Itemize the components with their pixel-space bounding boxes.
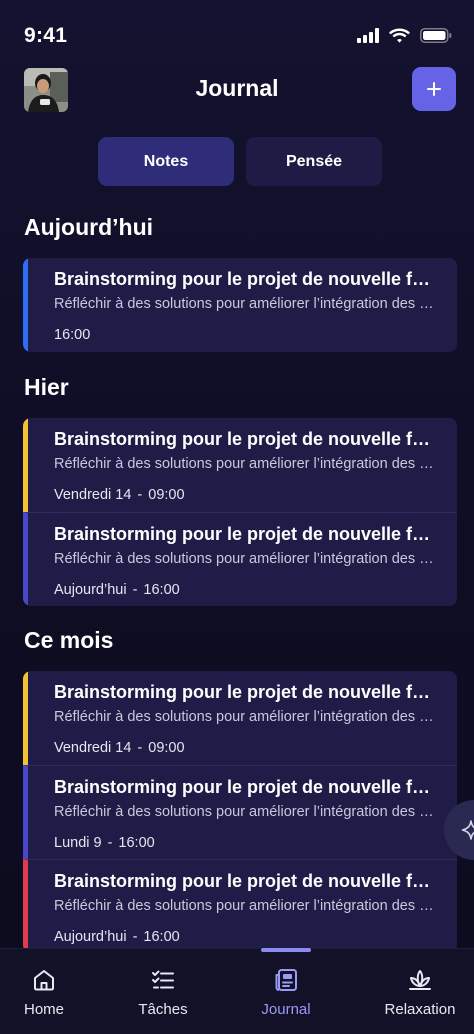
note-date: Aujourd’hui	[54, 582, 127, 598]
nav-item-journal[interactable]: Journal	[236, 967, 336, 1018]
status-icons	[357, 28, 452, 43]
nav-label: Home	[23, 1001, 64, 1018]
notes-group-this-month: Brainstorming pour le projet de nouvelle…	[23, 671, 457, 953]
notes-group-yesterday: Brainstorming pour le projet de nouvelle…	[23, 418, 457, 606]
note-title: Brainstorming pour le projet de nouvelle…	[54, 777, 438, 797]
segment-control: Notes Pensée	[98, 137, 382, 186]
header: Journal	[0, 66, 474, 114]
note-meta: 16:00	[54, 327, 90, 343]
segment-notes[interactable]: Notes	[98, 137, 234, 186]
notes-group-today: Brainstorming pour le projet de nouvelle…	[23, 258, 457, 352]
meta-separator: -	[132, 582, 138, 598]
note-title: Brainstorming pour le projet de nouvelle…	[54, 269, 438, 289]
note-card[interactable]: Brainstorming pour le projet de nouvelle…	[23, 765, 457, 859]
note-time: 09:00	[148, 487, 185, 503]
meta-separator: -	[137, 487, 143, 503]
section-title-this-month: Ce mois	[24, 627, 114, 653]
bottom-nav: Home Tâches Journal Relaxation	[0, 948, 474, 1034]
meta-separator: -	[107, 835, 113, 851]
status-time: 9:41	[24, 24, 68, 47]
meta-separator: -	[132, 929, 138, 945]
note-date: Aujourd’hui	[54, 929, 127, 945]
lotus-icon	[407, 967, 433, 993]
note-description: Réfléchir à des solutions pour améliorer…	[54, 898, 438, 914]
status-bar: 9:41	[0, 0, 474, 60]
note-description: Réfléchir à des solutions pour améliorer…	[54, 456, 438, 472]
nav-label: Relaxation	[384, 1001, 456, 1018]
note-meta: Aujourd’hui -16:00	[54, 582, 180, 598]
note-description: Réfléchir à des solutions pour améliorer…	[54, 804, 438, 820]
note-card[interactable]: Brainstorming pour le projet de nouvelle…	[23, 859, 457, 953]
cellular-signal-icon	[357, 28, 379, 43]
home-icon	[31, 967, 57, 993]
note-description: Réfléchir à des solutions pour améliorer…	[54, 709, 438, 725]
note-title: Brainstorming pour le projet de nouvelle…	[54, 524, 438, 544]
note-time: 16:00	[54, 327, 91, 343]
segment-pensee[interactable]: Pensée	[246, 137, 382, 186]
page-title: Journal	[195, 75, 279, 101]
note-description: Réfléchir à des solutions pour améliorer…	[54, 551, 438, 567]
note-meta: Vendredi 14-09:00	[54, 487, 185, 503]
journal-icon	[273, 967, 299, 993]
note-card[interactable]: Brainstorming pour le projet de nouvelle…	[23, 418, 457, 512]
section-title-yesterday: Hier	[24, 374, 69, 400]
note-card[interactable]: Brainstorming pour le projet de nouvelle…	[23, 258, 457, 352]
plus-icon	[427, 82, 441, 96]
note-card[interactable]: Brainstorming pour le projet de nouvelle…	[23, 671, 457, 765]
nav-item-home[interactable]: Home	[0, 967, 94, 1018]
note-description: Réfléchir à des solutions pour améliorer…	[54, 296, 438, 312]
nav-label: Journal	[261, 1001, 311, 1018]
note-meta: Lundi 9-16:00	[54, 835, 155, 851]
note-time: 16:00	[143, 582, 180, 598]
tasks-icon	[150, 967, 176, 993]
note-title: Brainstorming pour le projet de nouvelle…	[54, 429, 438, 449]
meta-separator: -	[137, 740, 143, 756]
add-note-button[interactable]	[412, 67, 456, 111]
note-time: 09:00	[148, 740, 185, 756]
note-title: Brainstorming pour le projet de nouvelle…	[54, 871, 438, 891]
section-title-today: Aujourd’hui	[24, 214, 154, 240]
nav-label: Tâches	[138, 1001, 188, 1018]
note-time: 16:00	[143, 929, 180, 945]
note-title: Brainstorming pour le projet de nouvelle…	[54, 682, 438, 702]
nav-item-tasks[interactable]: Tâches	[113, 967, 213, 1018]
note-date: Lundi 9	[54, 835, 102, 851]
sparkle-icon	[460, 819, 474, 841]
wifi-icon	[389, 28, 410, 43]
note-meta: Vendredi 14-09:00	[54, 740, 185, 756]
active-tab-indicator	[261, 948, 311, 952]
nav-item-relaxation[interactable]: Relaxation	[370, 967, 470, 1018]
note-card[interactable]: Brainstorming pour le projet de nouvelle…	[23, 512, 457, 606]
note-date: Vendredi 14	[54, 487, 132, 503]
battery-icon	[420, 28, 452, 43]
note-meta: Aujourd’hui -16:00	[54, 929, 180, 945]
note-date: Vendredi 14	[54, 740, 132, 756]
journal-screen: 9:41 Journal Notes Pensée Aujourd’hui Br…	[0, 0, 474, 1034]
note-time: 16:00	[118, 835, 155, 851]
